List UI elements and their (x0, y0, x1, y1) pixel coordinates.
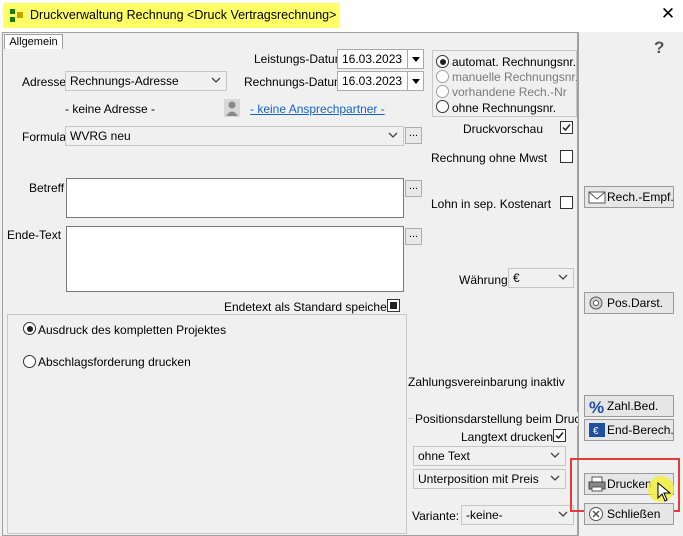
numbering-radio-none[interactable] (436, 100, 449, 113)
formular-select[interactable]: WVRG neu (65, 126, 404, 146)
betreff-dots-button[interactable]: ... (405, 180, 422, 197)
numbering-radio-manual (436, 70, 449, 83)
text-mode-select[interactable]: ohne Text (413, 446, 566, 466)
printer-icon (588, 476, 606, 492)
ende-text-label: Ende-Text (7, 228, 62, 242)
pos-darst-button[interactable]: Pos.Darst. (584, 292, 674, 314)
ende-text-textarea[interactable] (66, 226, 404, 292)
window-title: Druckverwaltung Rechnung <Druck Vertrags… (30, 8, 337, 22)
formular-value: WVRG neu (70, 129, 131, 143)
endetext-save-checkbox[interactable] (387, 299, 400, 312)
chevron-down-icon (211, 77, 221, 83)
zahlung-status-text: Zahlungsvereinbarung inaktiv (408, 375, 565, 389)
leistungs-datum-label: Leistungs-Datum (254, 52, 345, 66)
waehrung-label: Währung (459, 273, 508, 287)
app-icon (9, 8, 25, 24)
calculator-icon: € (589, 423, 605, 437)
pos-darst-label: Pos.Darst. (607, 296, 664, 310)
svg-text:€: € (593, 426, 599, 437)
waehrung-select[interactable]: € (508, 268, 574, 288)
scope-radio-abschlag[interactable] (23, 355, 36, 368)
rechnungs-datum-value: 16.03.2023 (342, 74, 403, 88)
no-address-text: - keine Adresse - (65, 102, 156, 116)
scope-label-abschlag: Abschlagsforderung drucken (38, 355, 191, 369)
rechnungs-datum-dropdown-icon[interactable] (407, 72, 423, 90)
chevron-down-icon (550, 475, 560, 481)
lohn-sep-label: Lohn in sep. Kostenart (431, 197, 552, 211)
druckvorschau-checkbox[interactable] (560, 121, 573, 134)
adresse-value: Rechnungs-Adresse (70, 74, 179, 88)
checkbox-fill-icon (390, 302, 397, 309)
scope-group (7, 314, 407, 534)
numbering-label-manual: manuelle Rechnungsnr. (452, 70, 579, 84)
mouse-cursor-icon (657, 482, 672, 502)
langtext-checkbox[interactable] (553, 429, 566, 442)
chevron-down-icon (550, 452, 560, 458)
position-mode-select[interactable]: Unterposition mit Preis (413, 469, 566, 489)
variante-value: -keine- (466, 508, 503, 522)
numbering-label-auto: automat. Rechnungsnr. (452, 55, 577, 69)
scope-radio-komplett[interactable] (23, 322, 36, 335)
end-berech-label: End-Berech. (607, 423, 674, 437)
text-mode-value: ohne Text (418, 449, 470, 463)
ende-text-dots-button[interactable]: ... (405, 228, 422, 245)
drucken-label: Drucken (607, 477, 652, 491)
numbering-label-existing: vorhandene Rech.-Nr (452, 85, 567, 99)
betreff-label: Betreff (29, 181, 65, 195)
druckvorschau-label: Druckvorschau (463, 122, 544, 136)
rech-empf-label: Rech.-Empf. (607, 190, 674, 204)
leistungs-datum-dropdown-icon[interactable] (407, 50, 423, 68)
numbering-radio-existing (436, 85, 449, 98)
zahl-bed-button[interactable]: % Zahl.Bed. (584, 395, 674, 417)
tab-allgemein[interactable]: Allgemein (4, 34, 63, 49)
zahl-bed-label: Zahl.Bed. (607, 399, 659, 413)
help-icon[interactable]: ? (654, 38, 664, 58)
rechnungs-datum-field[interactable]: 16.03.2023 (337, 71, 424, 91)
end-berech-button[interactable]: € End-Berech. (584, 419, 674, 441)
langtext-label: Langtext drucken (461, 430, 554, 444)
rech-empf-button[interactable]: Rech.-Empf. (584, 186, 674, 208)
positions-heading: Positionsdarstellung beim Druck (414, 412, 588, 426)
envelope-icon (588, 191, 606, 204)
checkmark-icon (562, 124, 571, 132)
close-circle-icon (589, 507, 603, 521)
numbering-radio-auto[interactable] (436, 55, 449, 68)
formular-dots-button[interactable]: ... (405, 127, 422, 144)
percent-icon: % (589, 398, 604, 416)
contact-person-icon[interactable] (224, 99, 240, 117)
adresse-select[interactable]: Rechnungs-Adresse (65, 71, 227, 91)
checkmark-icon (555, 432, 564, 440)
contact-person-link[interactable]: - keine Ansprechpartner - (250, 102, 385, 116)
close-icon[interactable]: ✕ (658, 4, 678, 26)
variante-select[interactable]: -keine- (461, 505, 574, 525)
leistungs-datum-value: 16.03.2023 (342, 52, 403, 66)
adresse-label: Adresse (22, 75, 67, 89)
leistungs-datum-field[interactable]: 16.03.2023 (337, 49, 424, 69)
chevron-down-icon (558, 274, 568, 280)
position-mode-value: Unterposition mit Preis (418, 472, 539, 486)
variante-label: Variante: (412, 509, 460, 523)
chevron-down-icon (558, 511, 568, 517)
waehrung-value: € (513, 271, 520, 285)
lohn-sep-checkbox[interactable] (560, 196, 573, 209)
chevron-down-icon (388, 132, 398, 138)
rechnungs-datum-label: Rechnungs-Datum (244, 75, 345, 89)
scope-label-komplett: Ausdruck des kompletten Projektes (38, 323, 227, 337)
schliessen-button[interactable]: Schließen (584, 503, 674, 525)
ohne-mwst-checkbox[interactable] (560, 150, 573, 163)
schliessen-label: Schließen (607, 507, 661, 521)
svg-text:%: % (589, 398, 604, 416)
gear-icon (589, 296, 603, 310)
endetext-save-label: Endetext als Standard speichern (224, 300, 398, 314)
betreff-textarea[interactable] (66, 178, 404, 218)
formular-label: Formular (22, 130, 71, 144)
numbering-label-none: ohne Rechnungsnr. (452, 101, 557, 115)
ohne-mwst-label: Rechnung ohne Mwst (431, 151, 548, 165)
